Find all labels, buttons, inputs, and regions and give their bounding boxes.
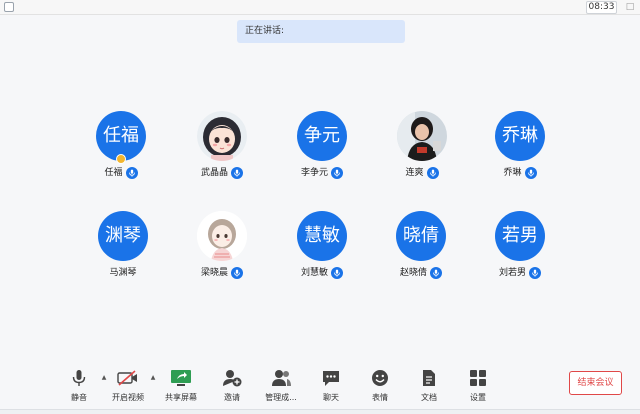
emoji-button[interactable]: 表情 <box>358 368 402 406</box>
meeting-toolbar: 静音 ▲ 开启视频 ▲ 共享屏幕 邀请 管理成... 聊天 表情 文档 设置 <box>0 362 640 414</box>
mute-label: 静音 <box>71 393 87 402</box>
participant-name: 梁晓晨 <box>200 268 228 278</box>
settings-button[interactable]: 设置 <box>456 368 500 406</box>
avatar: 争元 <box>297 111 347 161</box>
mic-icon <box>524 167 537 179</box>
avatar: 晓倩 <box>396 211 446 261</box>
start-video-label: 开启视频 <box>112 393 144 402</box>
avatar <box>397 111 447 161</box>
maximize-icon[interactable]: □ <box>624 2 636 13</box>
members-icon <box>270 368 292 388</box>
mic-icon <box>125 167 138 179</box>
avatar: 若男 <box>495 211 545 261</box>
app-icon <box>4 2 14 12</box>
meeting-time: 08:33 <box>586 1 617 14</box>
share-screen-label: 共享屏幕 <box>165 393 197 402</box>
mute-button[interactable]: 静音 <box>57 368 101 406</box>
documents-label: 文档 <box>421 393 437 402</box>
mic-icon <box>331 167 343 179</box>
start-video-button[interactable]: 开启视频 <box>106 368 150 406</box>
microphone-icon <box>68 368 90 388</box>
participant-tile[interactable]: 武晶晶 <box>182 111 262 191</box>
participant-tile[interactable]: 慧敏 刘慧敏 <box>282 211 362 291</box>
share-screen-button[interactable]: 共享屏幕 <box>159 368 203 406</box>
participant-tile[interactable]: 争元 李争元 <box>282 111 362 191</box>
participant-name: 任福 <box>104 168 123 178</box>
avatar: 乔琳 <box>495 111 545 161</box>
bottom-strip <box>0 409 640 414</box>
mic-icon <box>430 267 442 279</box>
participant-tile[interactable]: 梁晓晨 <box>182 211 262 291</box>
participant-tile[interactable]: 乔琳 乔琳 <box>480 111 560 191</box>
settings-label: 设置 <box>470 393 486 402</box>
invite-label: 邀请 <box>224 393 240 402</box>
participant-name: 乔琳 <box>503 168 522 178</box>
participant-tile[interactable]: 任福 任福 <box>81 111 161 191</box>
mic-icon <box>231 267 243 279</box>
participant-name: 连爽 <box>405 168 424 178</box>
invite-button[interactable]: 邀请 <box>210 368 254 406</box>
document-icon <box>418 368 440 388</box>
participant-name: 李争元 <box>300 168 328 178</box>
mic-icon <box>426 167 439 179</box>
mic-icon <box>529 267 541 279</box>
chat-icon <box>320 368 342 388</box>
host-badge-icon <box>116 154 126 164</box>
avatar <box>197 211 247 261</box>
participant-name: 刘慧敏 <box>300 268 328 278</box>
avatar: 慧敏 <box>297 211 347 261</box>
participant-name: 马渊琴 <box>109 268 137 278</box>
end-meeting-button[interactable]: 结束会议 <box>569 371 622 395</box>
mic-icon <box>331 267 343 279</box>
speaking-indicator: 正在讲话: <box>237 20 405 43</box>
documents-button[interactable]: 文档 <box>407 368 451 406</box>
participant-name: 武晶晶 <box>200 168 228 178</box>
mic-icon <box>231 167 243 179</box>
avatar <box>197 111 247 161</box>
participant-name: 赵晓倩 <box>399 268 427 278</box>
participant-tile[interactable]: 渊琴 马渊琴 <box>83 211 163 291</box>
smiley-icon <box>369 368 391 388</box>
grid-settings-icon <box>467 368 489 388</box>
avatar: 渊琴 <box>98 211 148 261</box>
chat-button[interactable]: 聊天 <box>309 368 353 406</box>
video-options-caret-icon[interactable]: ▲ <box>149 374 157 382</box>
share-screen-icon <box>170 368 192 388</box>
title-bar: 08:33 □ <box>0 0 640 15</box>
participant-tile[interactable]: 若男 刘若男 <box>480 211 560 291</box>
manage-members-label: 管理成... <box>265 393 297 402</box>
participant-name: 刘若男 <box>498 268 526 278</box>
video-off-icon <box>117 368 139 388</box>
add-user-icon <box>221 368 243 388</box>
chat-label: 聊天 <box>323 393 339 402</box>
participant-tile[interactable]: 晓倩 赵晓倩 <box>381 211 461 291</box>
emoji-label: 表情 <box>372 393 388 402</box>
participant-tile[interactable]: 连爽 <box>382 111 462 191</box>
manage-members-button[interactable]: 管理成... <box>259 368 303 406</box>
